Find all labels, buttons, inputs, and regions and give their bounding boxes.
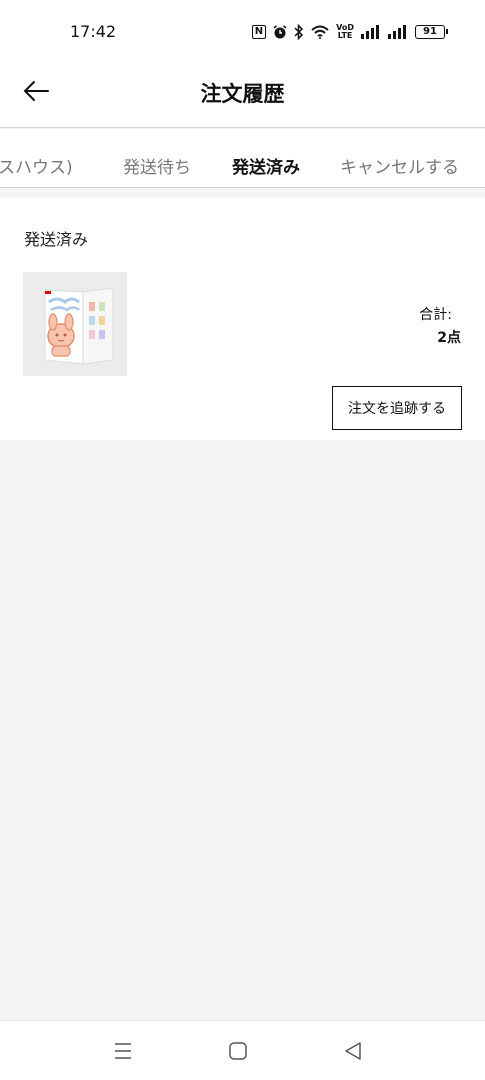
- wifi-icon: [311, 25, 329, 39]
- volte-bottom: LTE: [337, 31, 353, 40]
- order-status-label: 発送済み: [24, 230, 89, 249]
- order-status-tabs: スハウス) 発送待ち 発送済み キャンセルする: [0, 129, 485, 188]
- tab-partial[interactable]: スハウス): [0, 153, 73, 178]
- back-triangle-icon[interactable]: [341, 1039, 365, 1063]
- header: 注文履歴: [0, 60, 485, 128]
- signal-icon: [361, 25, 379, 39]
- system-nav-bar: [0, 1020, 485, 1080]
- tab-awaiting-shipment[interactable]: 発送待ち: [123, 153, 191, 178]
- order-card[interactable]: 発送済み 合計: 2点 注文を追跡する: [0, 198, 485, 440]
- total-value: 2点: [437, 330, 461, 346]
- status-bar: 17:42 N VoD LTE 91: [0, 0, 485, 60]
- home-icon[interactable]: [226, 1039, 250, 1063]
- volte-icon: VoD LTE: [336, 24, 354, 40]
- signal-icon: [388, 25, 406, 39]
- status-icons: N VoD LTE 91: [251, 22, 448, 42]
- track-order-button[interactable]: 注文を追跡する: [332, 386, 462, 430]
- tab-cancel[interactable]: キャンセルする: [340, 153, 459, 178]
- tab-shipped[interactable]: 発送済み: [232, 153, 300, 178]
- bluetooth-icon: [294, 24, 304, 40]
- product-thumbnail[interactable]: [23, 272, 127, 376]
- battery-icon: 91: [415, 25, 448, 39]
- menu-icon[interactable]: [111, 1039, 135, 1063]
- page-title: 注文履歴: [200, 82, 285, 106]
- status-time: 17:42: [70, 22, 117, 41]
- alarm-icon: [273, 25, 287, 39]
- nfc-icon: N: [251, 25, 267, 39]
- total-label: 合計:: [419, 307, 452, 323]
